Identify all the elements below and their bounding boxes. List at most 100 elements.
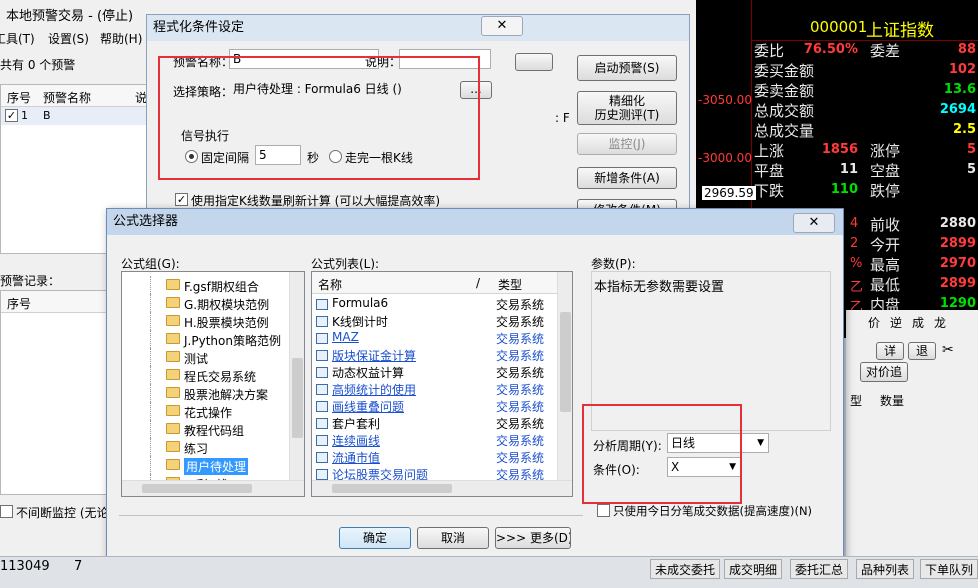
add-condition-button[interactable]: 新增条件(A) [577, 167, 677, 189]
formula-type: 交易系统 [496, 468, 545, 480]
right-fragment: : F [555, 111, 570, 125]
tree-item-label: 股票池解决方案 [184, 388, 269, 402]
tree-item[interactable]: 程氏交易系统 [122, 366, 290, 384]
backtest-button[interactable]: 精细化 历史测评(T) [577, 91, 677, 125]
quote-tab[interactable]: 逆 [890, 314, 902, 331]
col-seq[interactable]: 序号 [7, 89, 31, 106]
log-table: 序号 [0, 290, 111, 495]
tree-item[interactable]: 测试 [122, 348, 290, 366]
quote-side-panel: 价逆成龙 详 退 ✂ 对价追 型 数量 [846, 310, 978, 560]
folder-icon [166, 423, 180, 434]
formula-scroll-h-thumb[interactable] [332, 484, 452, 493]
tree-item[interactable]: F.gsf期权组合 [122, 276, 290, 294]
tree-item[interactable]: 用户待处理 [122, 456, 290, 475]
tree-item-label: 用户待处理 [184, 458, 249, 475]
more-button[interactable]: >>> 更多(D) [495, 527, 571, 549]
cancel-button[interactable]: 取消 [417, 527, 489, 549]
list-item[interactable]: 连续画线 交易系统 [312, 432, 552, 449]
status-bar: 113049 7 未成交委托 成交明细 委托汇总 品种列表 下单队列 [0, 556, 978, 588]
menu-tools[interactable]: 工具(T) [0, 30, 35, 47]
formula-scrollbar-v[interactable] [557, 272, 572, 480]
formula-icon [316, 469, 328, 480]
tree-line [150, 348, 151, 366]
tree-scrollbar-v[interactable] [289, 272, 304, 480]
quote-tab[interactable]: 价 [868, 314, 880, 331]
list-item[interactable]: 高频统计的使用 交易系统 [312, 381, 552, 398]
today-only-checkbox[interactable] [597, 504, 610, 517]
formula-icon [316, 299, 328, 310]
list-item[interactable]: 画线重叠问题 交易系统 [312, 398, 552, 415]
formula-list[interactable]: 名称 / 类型 Formula6 交易系统 K线倒计时 交易系统 MAZ 交易系统 版块保证… [311, 271, 573, 497]
use-kline-checkbox[interactable]: ✓ [175, 193, 188, 206]
formula-scrollbar-h[interactable] [312, 480, 572, 496]
ok-button[interactable]: 确定 [339, 527, 411, 549]
status-tab[interactable]: 委托汇总 [790, 559, 849, 579]
list-item[interactable]: K线倒计时 交易系统 [312, 313, 552, 330]
quote-row-label: 下跌 [754, 182, 785, 200]
monitor-button[interactable]: 监控(J) [577, 133, 677, 155]
tree-item[interactable]: 花式操作 [122, 402, 290, 420]
formula-col-type[interactable]: 类型 [498, 276, 522, 293]
retreat-button[interactable]: 退 [908, 342, 936, 360]
formula-scroll-thumb[interactable] [560, 312, 571, 412]
nonstop-checkbox[interactable] [0, 505, 13, 518]
tree-item[interactable]: G.期权模块范例 [122, 294, 290, 312]
tree-item[interactable]: 股票池解决方案 [122, 384, 290, 402]
table-row[interactable]: ✓ 1 B [1, 107, 151, 125]
list-item[interactable]: 套户套利 交易系统 [312, 415, 552, 432]
tree-scroll-h-thumb[interactable] [142, 484, 252, 493]
quote-row-label2: 空盘 [870, 162, 901, 180]
list-item[interactable]: MAZ 交易系统 [312, 330, 552, 347]
formula-name: 套户套利 [332, 417, 381, 431]
list-item[interactable]: 流通市值 交易系统 [312, 449, 552, 466]
status-tab[interactable]: 下单队列 [920, 559, 978, 579]
tree-item[interactable]: H.股票模块范例 [122, 312, 290, 330]
log-col-seq[interactable]: 序号 [7, 295, 31, 312]
counter-price-button[interactable]: 对价追 [860, 362, 908, 382]
backtest-label-1: 精细化 [608, 94, 645, 108]
quote-lower-row: 2 今开 2899 [846, 234, 978, 254]
dialog-divider [119, 515, 583, 516]
menu-help[interactable]: 帮助(H) [100, 30, 142, 47]
tree-item[interactable]: 教程代码组 [122, 420, 290, 438]
menu-settings[interactable]: 设置(S) [48, 30, 89, 47]
quote-lower-label: 前收 [870, 216, 901, 234]
status-tab[interactable]: 未成交委托 [650, 559, 721, 579]
quote-row: 委比 76.50% 委差 88 [752, 40, 978, 60]
small-hidden-button[interactable] [515, 53, 553, 71]
formula-icon [316, 418, 328, 429]
list-item[interactable]: 论坛股票交易问题 交易系统 [312, 466, 552, 480]
quote-lower-prefix: 2 [850, 236, 859, 251]
tree-item[interactable]: 练习 [122, 438, 290, 456]
formula-col-sort[interactable]: / [476, 276, 480, 290]
tools-icon[interactable]: ✂ [942, 342, 954, 358]
status-tab[interactable]: 成交明细 [724, 559, 783, 579]
col-name[interactable]: 预警名称 [43, 89, 91, 106]
quote-lower-prefix: % [850, 256, 863, 271]
tree-item[interactable]: J.Python策略范例 [122, 330, 290, 348]
group-tree[interactable]: F.gsf期权组合 G.期权模块范例 H.股票模块范例 J.Python策略范例 测试程… [121, 271, 305, 497]
list-item[interactable]: Formula6 交易系统 [312, 296, 552, 313]
backtest-label-2: 历史测评(T) [594, 108, 660, 122]
formula-dialog-title: 公式选择器 [107, 209, 843, 235]
quote-tab[interactable]: 龙 [934, 314, 946, 331]
condition-close-button[interactable]: ✕ [481, 16, 523, 36]
row-name: B [43, 109, 51, 122]
tree-scroll-thumb[interactable] [292, 358, 303, 438]
detail-button[interactable]: 详 [876, 342, 904, 360]
row-checkbox[interactable]: ✓ [5, 109, 18, 122]
list-item[interactable]: 版块保证金计算 交易系统 [312, 347, 552, 364]
list-item[interactable]: 动态权益计算 交易系统 [312, 364, 552, 381]
condition-dialog-title: 程式化条件设定 [147, 15, 689, 41]
quote-lower-prefix: 乙 [850, 280, 864, 295]
formula-name: 画线重叠问题 [332, 400, 405, 414]
formula-list-header: 名称 / 类型 [312, 272, 558, 294]
quote-tab[interactable]: 成 [912, 314, 924, 331]
start-alert-button[interactable]: 启动预警(S) [577, 55, 677, 81]
quote-row: 下跌 110 跌停 [752, 180, 978, 200]
status-tab[interactable]: 品种列表 [856, 559, 915, 579]
formula-col-name[interactable]: 名称 [318, 276, 342, 293]
tree-scrollbar-h[interactable] [122, 480, 304, 496]
formula-close-button[interactable]: ✕ [793, 213, 835, 233]
quote-lower-value: 2880 [939, 216, 976, 231]
